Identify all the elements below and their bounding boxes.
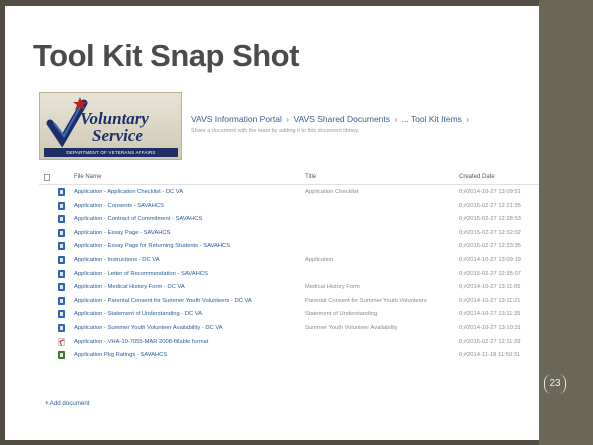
library-description: Share a document with the team by adding… [191, 128, 360, 134]
file-name-link[interactable]: Application - Contract of Commitment - S… [74, 216, 202, 222]
word-doc-icon [58, 201, 65, 210]
page-number: 23 [544, 374, 566, 394]
voluntary-service-logo: Voluntary Service DEPARTMENT OF VETERANS… [39, 92, 182, 160]
file-name-link[interactable]: Application - Instructions - DC VA [74, 257, 160, 263]
created-date: 0;#2015-02-27 12:28:53 [459, 216, 521, 223]
add-document-link[interactable]: +Add document [45, 400, 90, 407]
logo-word-service: Service [92, 126, 143, 145]
file-name-link[interactable]: Application - Essay Page - SAVAHCS [74, 230, 170, 236]
table-row[interactable]: Application - Contract of Commitment - S… [39, 212, 539, 226]
header-title[interactable]: Title [305, 174, 316, 180]
file-name-link[interactable]: Application - Statement of Understanding… [74, 311, 202, 317]
file-title: Medical History Form [305, 284, 360, 291]
file-name-link[interactable]: Application - Application Checklist - DC… [74, 189, 183, 195]
pdf-icon [58, 337, 65, 346]
sharepoint-screenshot: Voluntary Service DEPARTMENT OF VETERANS… [39, 92, 539, 422]
file-name-link[interactable]: Application - Medical History Form - DC … [74, 284, 185, 290]
created-date: 0;#2014-10-27 13:09:51 [459, 189, 521, 195]
add-document-label: Add document [49, 400, 90, 407]
word-doc-icon [58, 228, 65, 237]
table-row[interactable]: Application - Letter of Recommendation -… [39, 267, 539, 281]
header-file-name[interactable]: File Name [74, 174, 101, 180]
table-body: Application - Application Checklist - DC… [39, 185, 539, 362]
created-date: 0;#2014-10-27 13:11:05 [459, 284, 521, 291]
breadcrumb-separator: › [394, 114, 398, 124]
table-header: File Name Title Created Date [39, 171, 539, 185]
created-date: 0;#2014-10-27 13:11:21 [459, 297, 521, 304]
header-created-date[interactable]: Created Date [459, 174, 495, 180]
word-doc-icon [58, 296, 65, 305]
created-date: 0;#2014-11-18 11:50:31 [459, 352, 521, 359]
created-date: 0;#2015-02-27 12:32:02 [459, 229, 521, 236]
logo-department: DEPARTMENT OF VETERANS AFFAIRS [44, 148, 178, 157]
word-doc-icon [58, 310, 65, 319]
table-row[interactable]: Application - Parental Consent for Summe… [39, 294, 539, 308]
file-title: Summer Youth Volunteer Availability [305, 324, 398, 331]
created-date: 0;#2014-10-27 13:09:19 [459, 256, 521, 263]
breadcrumb: VAVS Information Portal › VAVS Shared Do… [191, 114, 471, 124]
table-row[interactable]: Application - Essay Page - SAVAHCS 0;#201… [39, 226, 539, 240]
table-row[interactable]: Application - Instructions - DC VA Applic… [39, 253, 539, 267]
created-date: 0;#2015-02-27 12:21:35 [459, 202, 521, 209]
file-title: Application [305, 256, 334, 263]
breadcrumb-separator: › [286, 114, 290, 124]
table-row[interactable]: Application - Application Checklist - DC… [39, 185, 539, 199]
word-doc-icon [58, 269, 65, 278]
breadcrumb-item-tool-kit[interactable]: ... Tool Kit Items [402, 114, 462, 124]
excel-icon [58, 351, 65, 360]
created-date: 0;#2015-02-27 12:11:39 [459, 338, 521, 345]
breadcrumb-separator: › [466, 114, 470, 124]
select-all-checkbox[interactable] [44, 174, 50, 181]
table-row[interactable]: Application - Medical History Form - DC … [39, 280, 539, 294]
file-name-link[interactable]: Application Pkg Ratings - SAVAHCS [74, 352, 167, 358]
file-name-link[interactable]: Application - Letter of Recommendation -… [74, 271, 208, 277]
table-row[interactable]: Application - Essay Page for Returning S… [39, 239, 539, 253]
breadcrumb-item-shared-documents[interactable]: VAVS Shared Documents [293, 114, 390, 124]
file-name-link[interactable]: Application - Essay Page for Returning S… [74, 243, 230, 249]
word-doc-icon [58, 215, 65, 224]
add-icon: + [45, 400, 49, 407]
table-row[interactable]: Application - Summer Youth Volunteer Ava… [39, 321, 539, 335]
table-row[interactable]: Application - VHA-10-7055-MAR 2008-filla… [39, 335, 539, 349]
file-name-link[interactable]: Application - Parental Consent for Summe… [74, 298, 252, 304]
file-title: Parental Consent for Summer Youth Volunt… [305, 297, 427, 304]
word-doc-icon [58, 283, 65, 292]
word-doc-icon [58, 188, 65, 196]
word-doc-icon [58, 255, 65, 264]
table-row[interactable]: Application - Statement of Understanding… [39, 307, 539, 321]
document-table: File Name Title Created Date Application… [39, 171, 539, 362]
table-row[interactable]: Application Pkg Ratings - SAVAHCS 0;#2014… [39, 348, 539, 362]
created-date: 0;#2014-10-27 13:10:31 [459, 324, 521, 331]
word-doc-icon [58, 323, 65, 332]
created-date: 0;#2015-02-27 12:33:35 [459, 243, 521, 250]
file-title: Application Checklist [305, 189, 359, 195]
breadcrumb-item-portal[interactable]: VAVS Information Portal [191, 114, 282, 124]
slide: Tool Kit Snap Shot Voluntary Service DEP… [5, 6, 539, 440]
slide-title: Tool Kit Snap Shot [33, 38, 299, 73]
table-row[interactable]: Application - Consents - SAVAHCS 0;#2015-… [39, 199, 539, 213]
file-name-link[interactable]: Application - VHA-10-7055-MAR 2008-filla… [74, 339, 208, 345]
file-name-link[interactable]: Application - Consents - SAVAHCS [74, 203, 164, 209]
file-name-link[interactable]: Application - Summer Youth Volunteer Ava… [74, 325, 223, 331]
word-doc-icon [58, 242, 65, 251]
file-title: Statement of Understanding [305, 311, 378, 318]
created-date: 0;#2014-10-27 13:11:35 [459, 311, 521, 318]
created-date: 0;#2015-02-27 12:35:07 [459, 270, 521, 277]
